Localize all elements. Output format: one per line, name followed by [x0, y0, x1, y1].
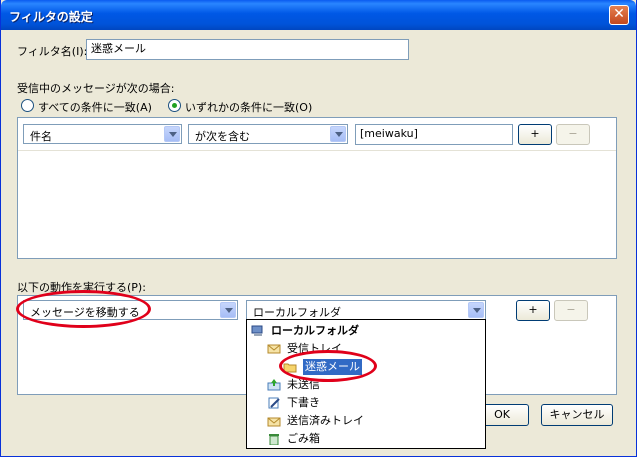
folder-item-trash[interactable]: ごみ箱 [267, 431, 477, 447]
action-select[interactable]: メッセージを移動する [23, 300, 238, 320]
ok-button-label: OK [494, 408, 510, 421]
folder-item-label: ローカルフォルダ [271, 324, 359, 337]
sent-icon [267, 417, 281, 427]
add-rule-button[interactable]: + [518, 124, 552, 145]
folder-item-local[interactable]: ローカルフォルダ [251, 323, 481, 339]
remove-rule-button[interactable]: − [556, 124, 590, 145]
folder-item-label: 迷惑メール [303, 359, 362, 375]
outbox-icon [267, 379, 281, 391]
computer-icon [251, 325, 263, 336]
filter-name-input[interactable]: 迷惑メール [86, 39, 409, 60]
rule-field-select[interactable]: 件名 [23, 124, 182, 144]
rule-value-input[interactable]: [meiwaku] [355, 124, 513, 145]
cancel-button[interactable]: キャンセル [541, 404, 613, 426]
window-title: フィルタの設定 [9, 10, 93, 24]
folder-icon [283, 363, 297, 373]
drafts-icon [268, 397, 280, 409]
match-all-radio[interactable] [21, 99, 34, 112]
folder-item-label: 送信済みトレイ [287, 414, 364, 427]
folder-item-drafts[interactable]: 下書き [267, 395, 477, 411]
trash-icon [269, 434, 279, 445]
add-action-button[interactable]: + [516, 300, 550, 321]
actions-label: 以下の動作を実行する(P): [17, 281, 146, 294]
folder-item-label: 受信トレイ [287, 342, 342, 355]
folder-item-label: 未送信 [287, 378, 320, 391]
remove-action-button[interactable]: − [554, 300, 588, 321]
filter-settings-dialog: フィルタの設定 ✕ フィルタ名(I): 迷惑メール 受信中のメッセージが次の場合… [0, 0, 637, 457]
match-any-radio[interactable] [168, 99, 181, 112]
chevron-down-icon[interactable] [468, 302, 484, 318]
inbox-icon [267, 344, 281, 354]
folder-item-label: 下書き [287, 396, 320, 409]
folder-dropdown: ローカルフォルダ 受信トレイ 迷惑メール 未送信 下書き 送信済みトレイ ごみ箱 [246, 319, 486, 449]
folder-item-spam[interactable]: 迷惑メール [283, 359, 473, 375]
folder-item-sent[interactable]: 送信済みトレイ [267, 413, 477, 429]
folder-item-outbox[interactable]: 未送信 [267, 377, 477, 393]
filter-name-label: フィルタ名(I): [17, 45, 88, 58]
folder-item-inbox[interactable]: 受信トレイ [267, 341, 477, 357]
chevron-down-icon[interactable] [164, 126, 180, 142]
match-any-label[interactable]: いずれかの条件に一致(O) [185, 99, 312, 115]
match-label: 受信中のメッセージが次の場合: [17, 82, 175, 95]
folder-item-label: ごみ箱 [287, 432, 320, 445]
chevron-down-icon[interactable] [220, 302, 236, 318]
rule-operator-select[interactable]: が次を含む [188, 124, 348, 144]
chevron-down-icon[interactable] [330, 126, 346, 142]
target-folder-select[interactable]: ローカルフォルダ [246, 300, 486, 320]
action-value: メッセージを移動する [30, 306, 140, 319]
match-all-label[interactable]: すべての条件に一致(A) [38, 99, 152, 115]
title-bar[interactable]: フィルタの設定 ✕ [1, 0, 636, 30]
rule-field-value: 件名 [30, 130, 52, 143]
target-folder-value: ローカルフォルダ [253, 306, 341, 319]
rule-operator-value: が次を含む [195, 130, 250, 143]
close-button[interactable]: ✕ [609, 5, 629, 25]
